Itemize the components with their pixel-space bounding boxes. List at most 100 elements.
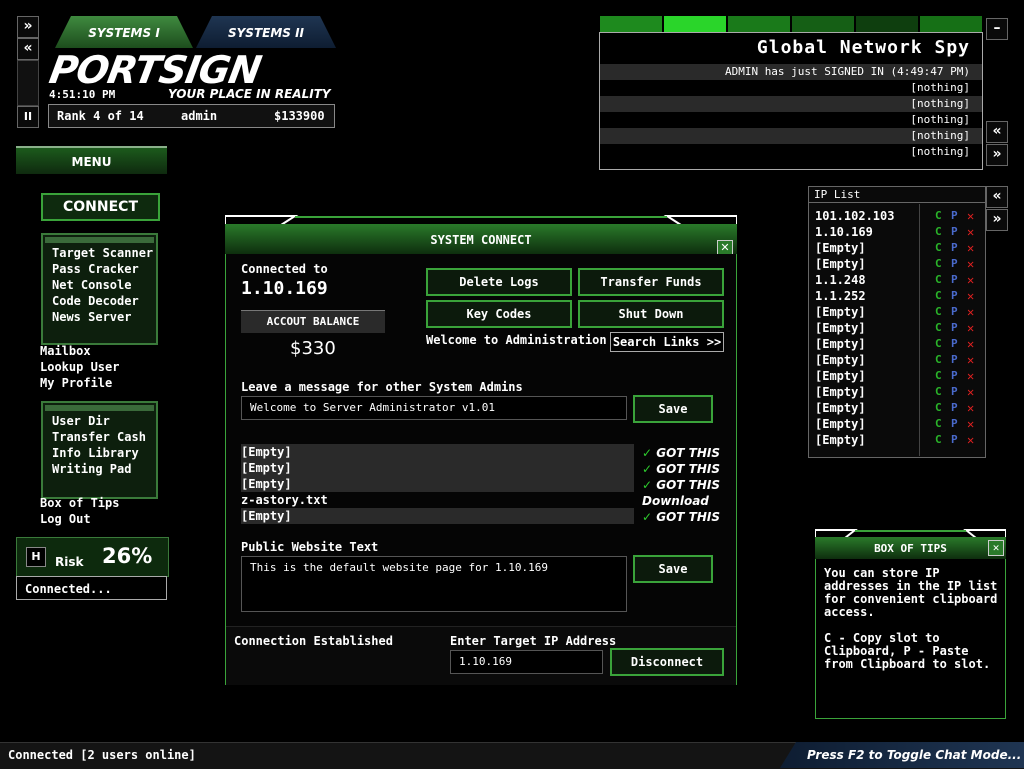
menu-pass-cracker[interactable]: Pass Cracker (43, 261, 156, 277)
file-download-link[interactable]: Download (642, 493, 709, 509)
copy-slot-button[interactable]: C (935, 368, 942, 384)
ip-list-row: [Empty] C P ✕ (815, 432, 985, 448)
ip-list-row: [Empty] C P ✕ (815, 400, 985, 416)
key-codes-button[interactable]: Key Codes (426, 300, 572, 328)
copy-slot-button[interactable]: C (935, 304, 942, 320)
expand-button[interactable]: » (986, 144, 1008, 166)
copy-slot-button[interactable]: C (935, 384, 942, 400)
clear-slot-button[interactable]: ✕ (967, 288, 974, 304)
tab-systems-1[interactable]: SYSTEMS I (55, 16, 193, 48)
copy-slot-button[interactable]: C (935, 224, 942, 240)
shut-down-button[interactable]: Shut Down (578, 300, 724, 328)
paste-slot-button[interactable]: P (951, 432, 958, 448)
menu-writing-pad[interactable]: Writing Pad (43, 461, 156, 477)
ip-address: [Empty] (815, 417, 866, 431)
paste-slot-button[interactable]: P (951, 208, 958, 224)
file-status-text: GOT THIS (656, 446, 720, 460)
footer-status: Connection Established (234, 634, 393, 648)
ip-address: 1.1.252 (815, 289, 866, 303)
clear-slot-button[interactable]: ✕ (967, 320, 974, 336)
copy-slot-button[interactable]: C (935, 240, 942, 256)
spy-row: [nothing] (600, 96, 982, 112)
paste-slot-button[interactable]: P (951, 240, 958, 256)
message-save-button[interactable]: Save (633, 395, 713, 423)
clear-slot-button[interactable]: ✕ (967, 256, 974, 272)
paste-slot-button[interactable]: P (951, 256, 958, 272)
menu-log-out[interactable]: Log Out (40, 511, 91, 527)
tips-close-button[interactable]: ✕ (988, 540, 1004, 556)
copy-slot-button[interactable]: C (935, 320, 942, 336)
paste-slot-button[interactable]: P (951, 416, 958, 432)
spy-bar-segment (856, 16, 918, 32)
copy-slot-button[interactable]: C (935, 288, 942, 304)
box-of-tips: BOX OF TIPS ✕ You can store IP addresses… (815, 529, 1006, 719)
paste-slot-button[interactable]: P (951, 304, 958, 320)
clear-slot-button[interactable]: ✕ (967, 432, 974, 448)
search-links-button[interactable]: Search Links >> (610, 332, 724, 352)
transfer-funds-button[interactable]: Transfer Funds (578, 268, 724, 296)
clear-slot-button[interactable]: ✕ (967, 384, 974, 400)
clear-slot-button[interactable]: ✕ (967, 272, 974, 288)
connect-button[interactable]: CONNECT (41, 193, 160, 221)
menu-transfer-cash[interactable]: Transfer Cash (43, 429, 156, 445)
paste-slot-button[interactable]: P (951, 368, 958, 384)
copy-slot-button[interactable]: C (935, 336, 942, 352)
website-textarea[interactable]: This is the default website page for 1.1… (241, 556, 627, 612)
delete-logs-button[interactable]: Delete Logs (426, 268, 572, 296)
clear-slot-button[interactable]: ✕ (967, 208, 974, 224)
menu-target-scanner[interactable]: Target Scanner (43, 245, 156, 261)
copy-slot-button[interactable]: C (935, 400, 942, 416)
back-button[interactable]: « (17, 38, 39, 60)
disconnect-button[interactable]: Disconnect (610, 648, 724, 676)
menu-net-console[interactable]: Net Console (43, 277, 156, 293)
menu-code-decoder[interactable]: Code Decoder (43, 293, 156, 309)
clear-slot-button[interactable]: ✕ (967, 368, 974, 384)
forward-button[interactable]: » (17, 16, 39, 38)
clear-slot-button[interactable]: ✕ (967, 400, 974, 416)
paste-slot-button[interactable]: P (951, 336, 958, 352)
clear-slot-button[interactable]: ✕ (967, 416, 974, 432)
ip-list-row: [Empty] C P ✕ (815, 384, 985, 400)
paste-slot-button[interactable]: P (951, 272, 958, 288)
clear-slot-button[interactable]: ✕ (967, 352, 974, 368)
copy-slot-button[interactable]: C (935, 208, 942, 224)
spy-bar-segment (792, 16, 854, 32)
chat-hint: Press F2 to Toggle Chat Mode... (807, 748, 1022, 762)
paste-slot-button[interactable]: P (951, 352, 958, 368)
copy-slot-button[interactable]: C (935, 432, 942, 448)
paste-slot-button[interactable]: P (951, 288, 958, 304)
target-ip-input[interactable]: 1.10.169 (450, 650, 603, 674)
copy-slot-button[interactable]: C (935, 352, 942, 368)
copy-slot-button[interactable]: C (935, 256, 942, 272)
menu-info-library[interactable]: Info Library (43, 445, 156, 461)
menu-user-dir[interactable]: User Dir (43, 413, 156, 429)
iplist-collapse-button[interactable]: « (986, 186, 1008, 208)
ip-address: [Empty] (815, 433, 866, 447)
menu-lookup-user[interactable]: Lookup User (40, 359, 119, 375)
clear-slot-button[interactable]: ✕ (967, 336, 974, 352)
tab-systems-2[interactable]: SYSTEMS II (196, 16, 336, 48)
menu-mailbox[interactable]: Mailbox (40, 343, 91, 359)
clear-slot-button[interactable]: ✕ (967, 224, 974, 240)
menu-my-profile[interactable]: My Profile (40, 375, 112, 391)
pause-button[interactable]: II (17, 106, 39, 128)
risk-h-button[interactable]: H (26, 547, 46, 567)
paste-slot-button[interactable]: P (951, 400, 958, 416)
collapse-button[interactable]: « (986, 121, 1008, 143)
clear-slot-button[interactable]: ✕ (967, 240, 974, 256)
minimize-button[interactable]: – (986, 18, 1008, 40)
ip-list-row: [Empty] C P ✕ (815, 320, 985, 336)
paste-slot-button[interactable]: P (951, 320, 958, 336)
copy-slot-button[interactable]: C (935, 272, 942, 288)
clear-slot-button[interactable]: ✕ (967, 304, 974, 320)
paste-slot-button[interactable]: P (951, 384, 958, 400)
copy-slot-button[interactable]: C (935, 416, 942, 432)
website-save-button[interactable]: Save (633, 555, 713, 583)
message-input[interactable]: Welcome to Server Administrator v1.01 (241, 396, 627, 420)
ip-address: 101.102.103 (815, 209, 895, 223)
iplist-expand-button[interactable]: » (986, 209, 1008, 231)
menu-news-server[interactable]: News Server (43, 309, 156, 325)
menu-box-of-tips[interactable]: Box of Tips (40, 495, 119, 511)
paste-slot-button[interactable]: P (951, 224, 958, 240)
chat-hint-strip: Press F2 to Toggle Chat Mode... (780, 742, 1024, 768)
